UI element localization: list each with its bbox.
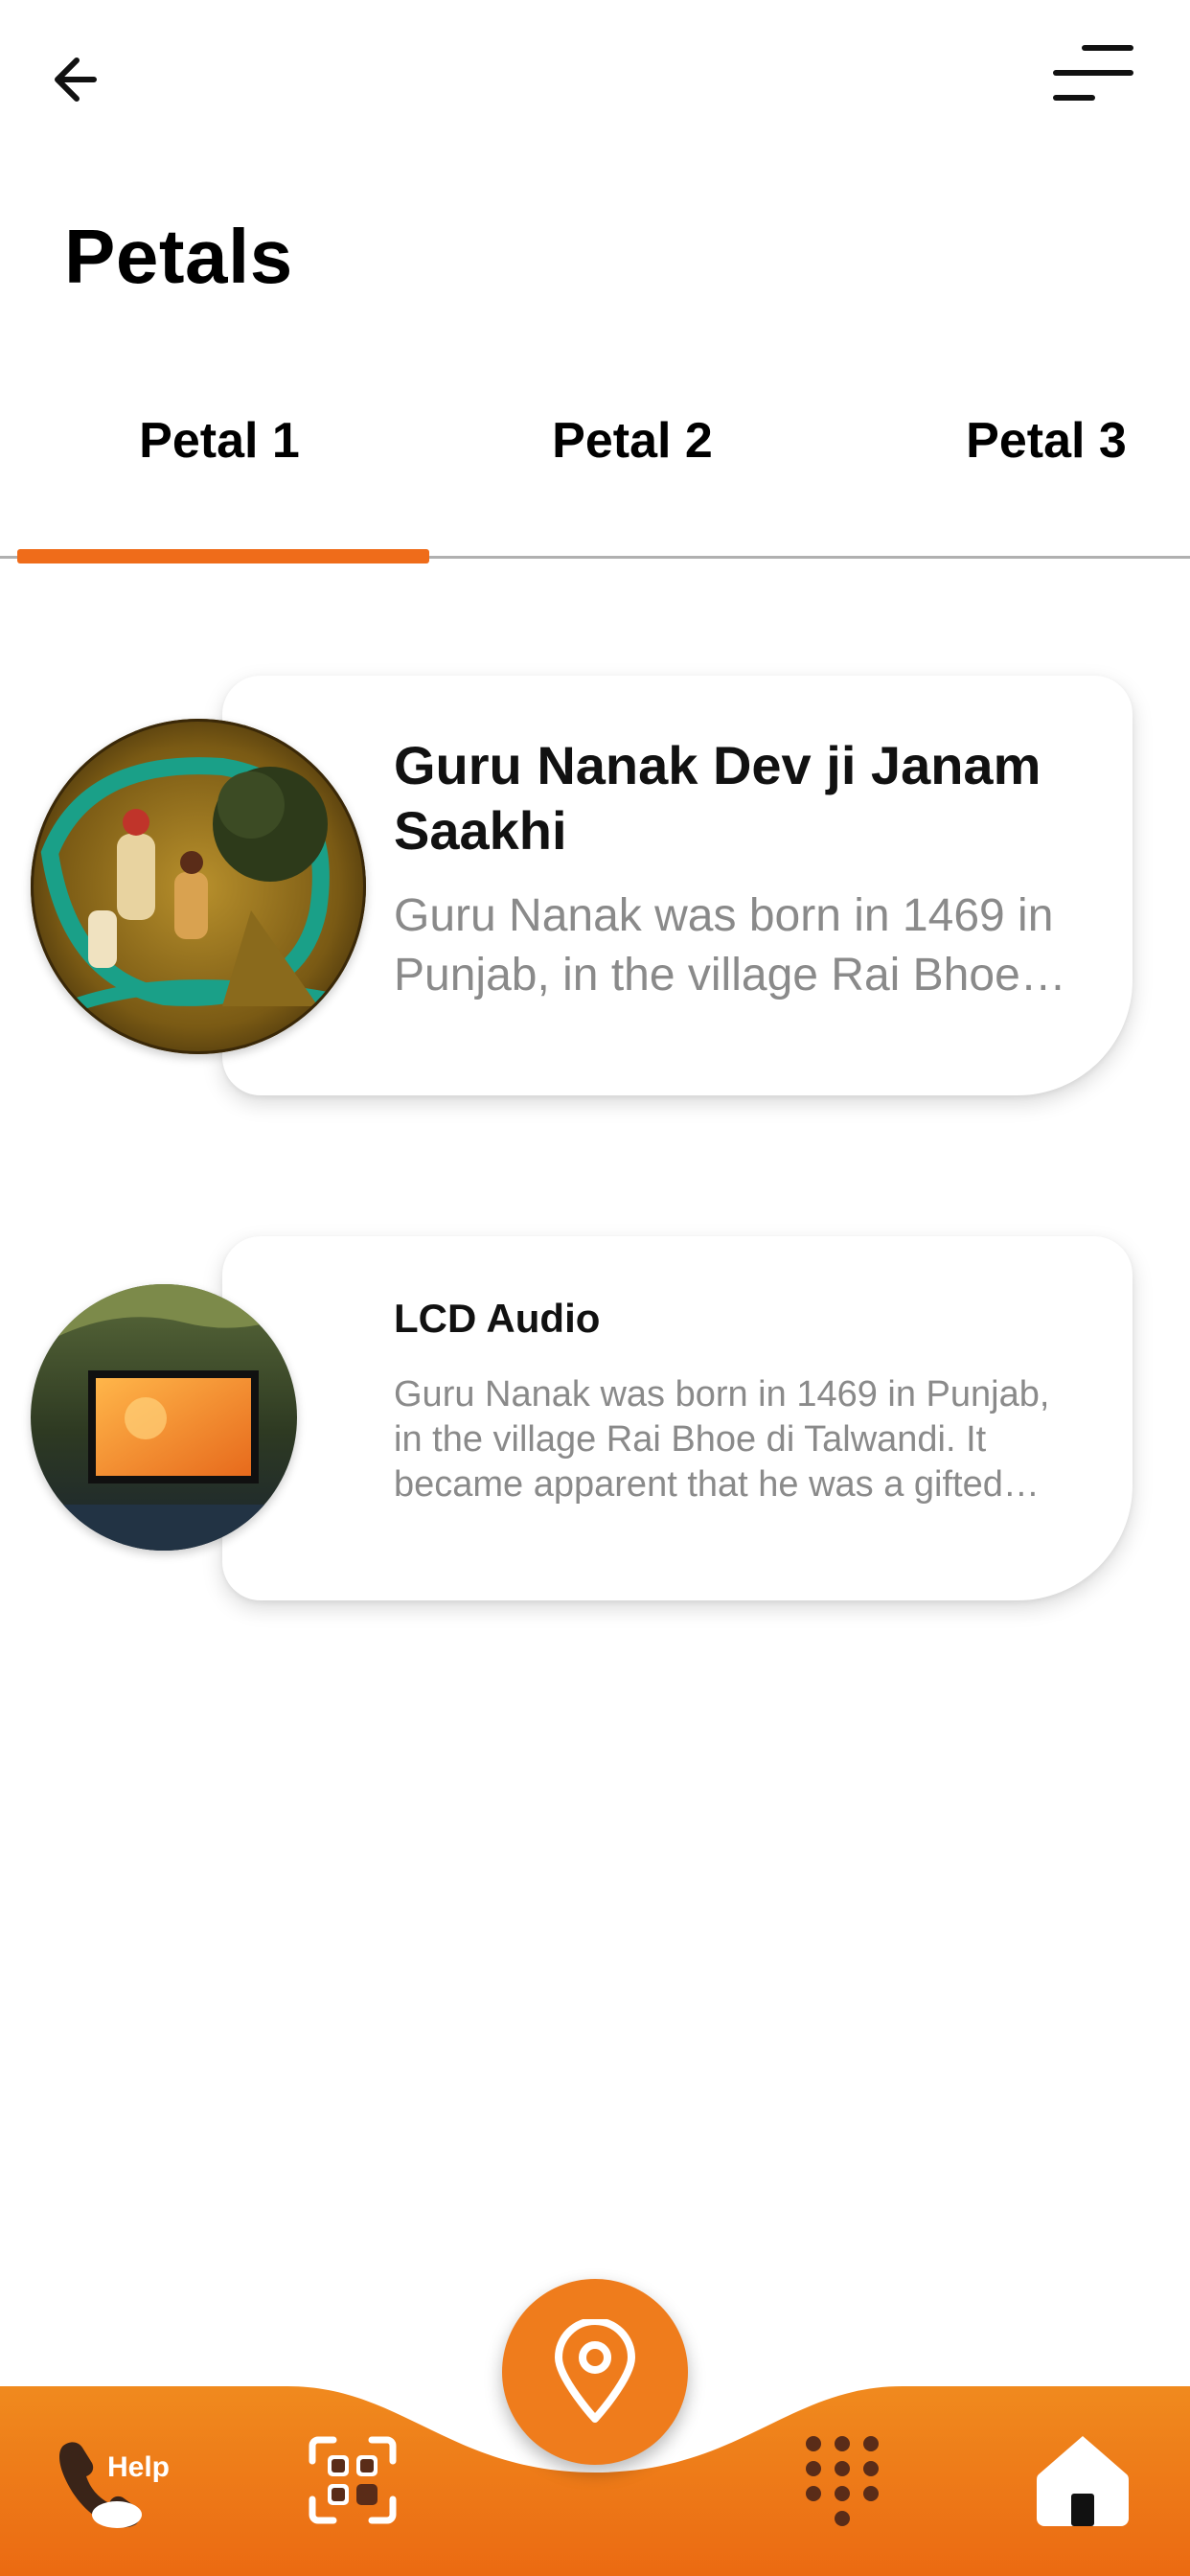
- tab-petal-1[interactable]: Petal 1: [21, 412, 418, 489]
- back-button[interactable]: [38, 36, 125, 123]
- scan-icon: [309, 2436, 397, 2524]
- scan-button[interactable]: [305, 2432, 400, 2528]
- help-label: Help: [107, 2451, 171, 2483]
- menu-icon: [1053, 45, 1133, 101]
- lcd-screen-thumbnail: [31, 1284, 297, 1551]
- card-description: Guru Nanak was born in 1469 in Punjab, i…: [394, 1374, 1050, 1505]
- menu-button[interactable]: [1044, 36, 1140, 123]
- dialpad-icon: [806, 2436, 879, 2526]
- card-description: Guru Nanak was born in 1469 in Punjab, i…: [394, 890, 1069, 1000]
- active-tab-indicator: [17, 549, 429, 564]
- dialpad-button[interactable]: [799, 2430, 885, 2545]
- tab-petal-3[interactable]: Petal 3: [848, 412, 1190, 489]
- location-pin-icon: [555, 2319, 635, 2423]
- location-fab-button[interactable]: [502, 2279, 688, 2465]
- card-title: LCD Audio: [394, 1296, 601, 1341]
- tab-petal-2[interactable]: Petal 2: [434, 412, 831, 489]
- home-button[interactable]: [1033, 2430, 1133, 2530]
- page-title: Petals: [64, 214, 293, 299]
- arrow-left-icon: [55, 58, 97, 102]
- card-title: Guru Nanak Dev ji Janam Saakhi: [394, 735, 1041, 861]
- home-icon: [1037, 2436, 1129, 2526]
- help-button[interactable]: [54, 2434, 188, 2540]
- painting-thumbnail: [31, 719, 366, 1054]
